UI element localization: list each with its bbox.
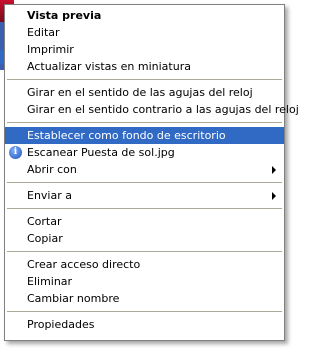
menu-item-propiedades[interactable]: Propiedades (5, 316, 284, 333)
menu-item-label: Actualizar vistas en miniatura (27, 60, 191, 73)
menu-item-label: Abrir con (27, 163, 77, 176)
menu-item-enviar-a[interactable]: Enviar a (5, 187, 284, 204)
info-icon: i (9, 146, 22, 159)
menu-separator (7, 122, 282, 123)
menu-item-label: Editar (27, 26, 60, 39)
menu-separator (7, 311, 282, 312)
menu-item-label: Cortar (27, 215, 62, 228)
menu-item-editar[interactable]: Editar (5, 24, 284, 41)
menu-item-label: Cambiar nombre (27, 292, 120, 305)
menu-item-establecer-como-fondo-de-escritorio[interactable]: Establecer como fondo de escritorio (5, 127, 284, 144)
menu-item-imprimir[interactable]: Imprimir (5, 41, 284, 58)
menu-item-label: Eliminar (27, 275, 73, 288)
menu-separator (7, 251, 282, 252)
submenu-arrow-icon (272, 166, 276, 174)
menu-item-label: Crear acceso directo (27, 258, 141, 271)
menu-item-actualizar-vistas-en-miniatura[interactable]: Actualizar vistas en miniatura (5, 58, 284, 75)
menu-item-label: Imprimir (27, 43, 74, 56)
menu-item-girar-en-el-sentido-contrario-a-las-agujas-del-reloj[interactable]: Girar en el sentido contrario a las aguj… (5, 101, 299, 118)
menu-item-label: Girar en el sentido de las agujas del re… (27, 86, 253, 99)
menu-item-vista-previa[interactable]: Vista previa (5, 7, 284, 24)
submenu-arrow-icon (272, 192, 276, 200)
menu-item-copiar[interactable]: Copiar (5, 230, 284, 247)
menu-separator (7, 208, 282, 209)
menu-item-label: Propiedades (27, 318, 95, 331)
menu-item-label: Establecer como fondo de escritorio (27, 129, 226, 142)
menu-item-cambiar-nombre[interactable]: Cambiar nombre (5, 290, 284, 307)
menu-item-crear-acceso-directo[interactable]: Crear acceso directo (5, 256, 284, 273)
menu-item-label: Vista previa (27, 9, 102, 22)
menu-item-label: Enviar a (27, 189, 72, 202)
menu-item-eliminar[interactable]: Eliminar (5, 273, 284, 290)
menu-item-label: Girar en el sentido contrario a las aguj… (27, 103, 299, 116)
menu-item-girar-en-el-sentido-de-las-agujas-del-reloj[interactable]: Girar en el sentido de las agujas del re… (5, 84, 284, 101)
context-menu: Vista previa Editar Imprimir Actualizar vis… (4, 4, 299, 341)
menu-separator (7, 79, 282, 80)
menu-item-label: Escanear Puesta de sol.jpg (27, 146, 175, 159)
menu-item-cortar[interactable]: Cortar (5, 213, 284, 230)
menu-item-escanear-puesta-de-sol-jpg[interactable]: i Escanear Puesta de sol.jpg (5, 144, 284, 161)
menu-item-abrir-con[interactable]: Abrir con (5, 161, 284, 178)
menu-item-label: Copiar (27, 232, 63, 245)
menu-separator (7, 182, 282, 183)
